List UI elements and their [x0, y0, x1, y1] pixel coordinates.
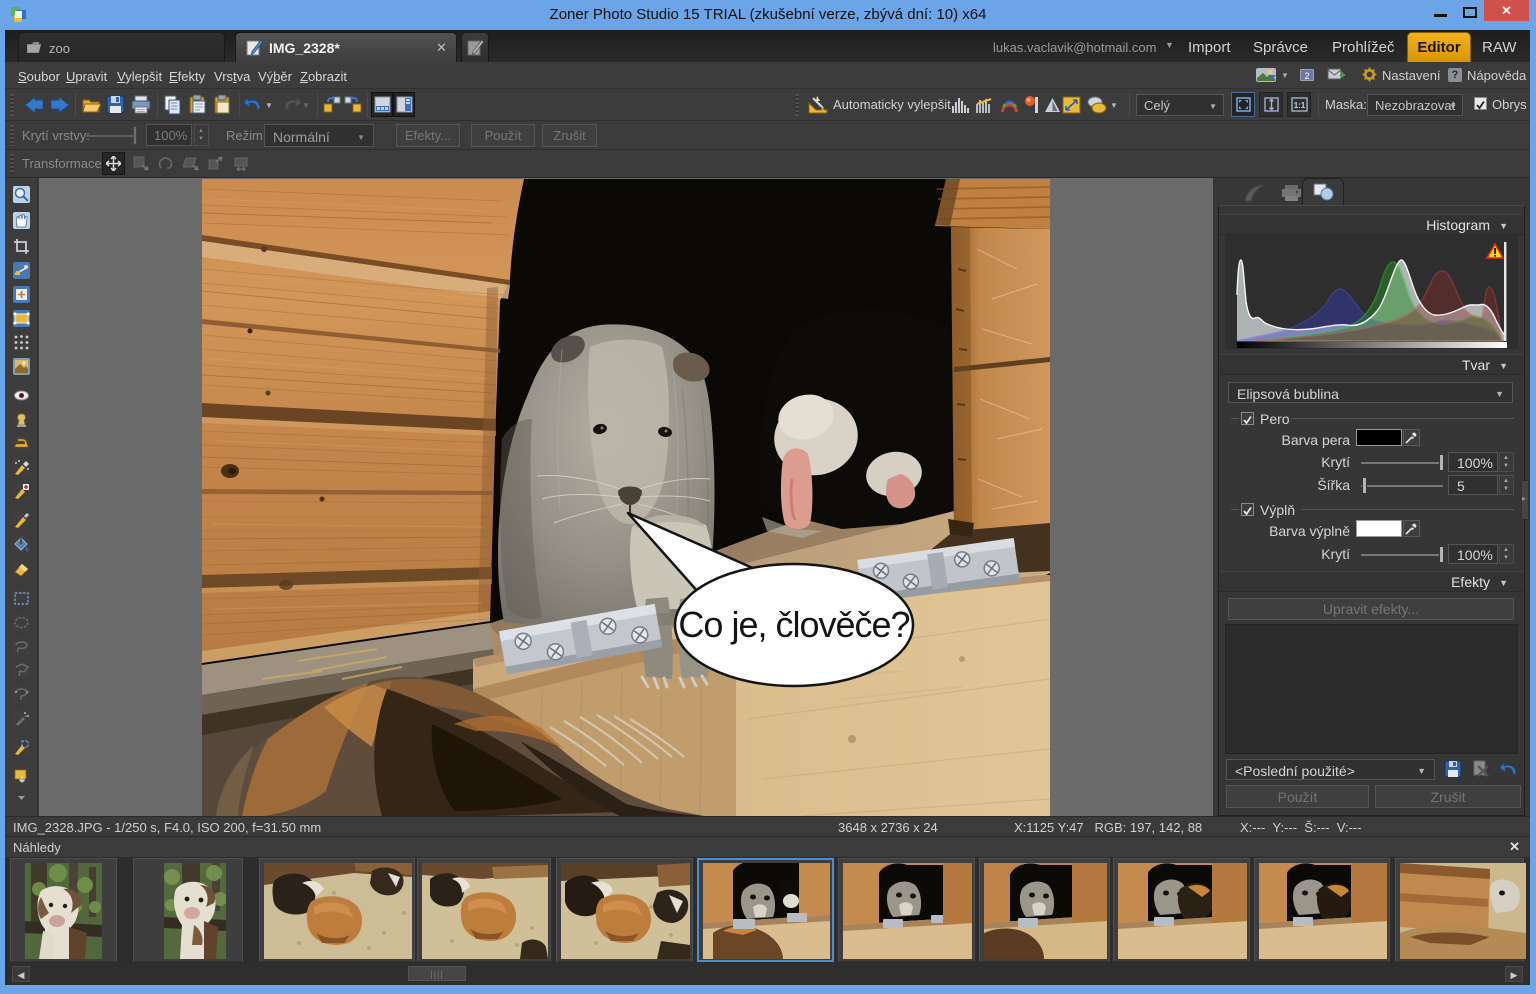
svg-text:Co je, člověče?: Co je, člověče?: [678, 604, 909, 645]
svg-text:1:1: 1:1: [1294, 101, 1306, 110]
svg-text:2: 2: [1304, 71, 1309, 81]
